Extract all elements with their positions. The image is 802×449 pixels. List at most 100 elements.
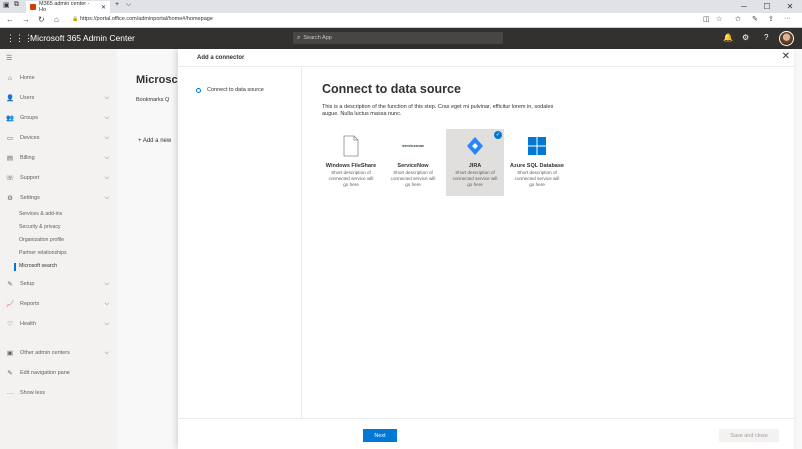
nav-label: Users: [20, 95, 35, 101]
next-button[interactable]: Next: [363, 429, 397, 442]
close-icon[interactable]: ✕: [782, 51, 790, 62]
window-close-button[interactable]: ✕: [779, 0, 801, 13]
tile-description: Short description of connected service w…: [390, 170, 436, 187]
forward-icon[interactable]: →: [22, 15, 30, 24]
left-nav: ☰ ⌂ Home 👤 Users ⌵ 👥 Groups ⌵ ▭ Devices …: [0, 49, 117, 449]
maximize-button[interactable]: ☐: [756, 0, 778, 13]
chevron-down-icon: ⌵: [104, 300, 109, 307]
url-field[interactable]: https://portal.office.com/adminportal/ho…: [80, 16, 213, 22]
add-new-link[interactable]: + Add a new: [138, 138, 171, 144]
sub-item-services[interactable]: Services & add-ins: [19, 211, 62, 217]
home-icon[interactable]: ⌂: [54, 15, 59, 24]
nav-item-health[interactable]: ♡ Health ⌵: [0, 318, 117, 330]
connector-tile-azure-sql[interactable]: Azure SQL Database Short description of …: [508, 129, 566, 196]
nav-item-billing[interactable]: ▤ Billing ⌵: [0, 152, 117, 164]
nav-item-settings[interactable]: ⚙ Settings ⌵: [0, 192, 117, 204]
save-and-close-button[interactable]: Save and close: [719, 429, 779, 442]
nav-item-support[interactable]: ☏ Support ⌵: [0, 172, 117, 184]
favorites-icon[interactable]: ✩: [735, 15, 741, 23]
more-icon[interactable]: ···: [784, 15, 791, 22]
settings-icon: ⚙: [7, 195, 13, 202]
step-connect-data-source[interactable]: Connect to data source: [207, 87, 264, 93]
nav-item-users[interactable]: 👤 Users ⌵: [0, 92, 117, 104]
servicenow-logo: servicenow: [402, 143, 424, 148]
add-connector-panel: Add a connector ✕ Connect to data source…: [178, 49, 794, 449]
tab-title: M365 admin center - Ho: [39, 1, 90, 13]
tab-actions-icon[interactable]: ▣: [3, 1, 10, 9]
tab-close-icon[interactable]: ✕: [101, 4, 106, 11]
chevron-up-icon: ⌵: [104, 194, 109, 201]
step-indicator-icon: [196, 88, 201, 93]
reading-view-icon[interactable]: ◫: [703, 15, 710, 23]
search-input[interactable]: [303, 35, 484, 41]
tab-preview-icon[interactable]: ⧉: [14, 1, 19, 9]
nav-label: Groups: [20, 115, 39, 121]
nav-label: Reports: [20, 301, 40, 307]
content-description: This is a description of the function of…: [322, 104, 554, 117]
nav-item-home[interactable]: ⌂ Home: [0, 72, 117, 84]
chevron-down-icon: ⌵: [104, 154, 109, 161]
connector-tile-servicenow[interactable]: servicenow ServiceNow Short description …: [384, 129, 442, 196]
chevron-down-icon: ⌵: [104, 320, 109, 327]
windows-logo-icon: [528, 137, 546, 155]
browser-tab[interactable]: M365 admin center - Ho ✕: [26, 1, 110, 13]
page-tabs[interactable]: Bookmarks Q: [136, 97, 169, 103]
chevron-down-icon: ⌵: [104, 94, 109, 101]
hamburger-icon[interactable]: ☰: [6, 54, 12, 62]
nav-item-groups[interactable]: 👥 Groups ⌵: [0, 112, 117, 124]
groups-icon: 👥: [5, 115, 15, 122]
tile-name: ServiceNow: [397, 163, 429, 169]
active-indicator: [14, 263, 16, 271]
edit-icon: ✎: [7, 370, 13, 377]
new-tab-button[interactable]: +: [115, 1, 119, 8]
search-box[interactable]: ⌕: [293, 32, 503, 44]
sub-item-org-profile[interactable]: Organization profile: [19, 237, 64, 243]
tile-name: Azure SQL Database: [509, 163, 564, 169]
connector-tile-jira[interactable]: ✓ JIRA Short description of connected se…: [446, 129, 504, 196]
address-bar: ← → ↻ ⌂ 🔒 https://portal.office.com/admi…: [0, 13, 802, 28]
nav-item-devices[interactable]: ▭ Devices ⌵: [0, 132, 117, 144]
connector-tile-windows-fileshare[interactable]: Windows FileShare Short description of c…: [322, 129, 380, 196]
sub-item-microsoft-search[interactable]: Microsoft search: [19, 263, 57, 269]
jira-icon: [467, 137, 483, 155]
panel-header: Add a connector ✕: [178, 49, 794, 67]
lock-icon: 🔒: [72, 16, 79, 22]
app-launcher-icon[interactable]: ⋮⋮⋮: [6, 33, 33, 44]
ellipsis-icon: ···: [6, 389, 14, 397]
refresh-icon[interactable]: ↻: [38, 15, 45, 24]
setup-icon: ✎: [7, 281, 13, 288]
bell-icon[interactable]: 🔔: [723, 33, 733, 42]
minimize-button[interactable]: ─: [733, 0, 755, 13]
app-header: ⋮⋮⋮ Microsoft 365 Admin Center ⌕ 🔔 ⚙ ?: [0, 28, 802, 49]
add-new-label: Add a new: [142, 138, 172, 144]
nav-item-edit-navigation[interactable]: ✎ Edit navigation pane: [0, 367, 117, 379]
help-icon[interactable]: ?: [764, 33, 768, 42]
health-icon: ♡: [7, 321, 13, 328]
nav-label: Support: [20, 175, 40, 181]
share-icon[interactable]: ⇪: [768, 15, 774, 23]
nav-item-show-less[interactable]: ··· Show less: [0, 387, 117, 399]
tile-description: Short description of connected service w…: [328, 170, 374, 187]
page-title: Microsc: [136, 74, 178, 86]
avatar[interactable]: [779, 31, 794, 46]
support-icon: ☏: [5, 175, 15, 182]
gear-icon[interactable]: ⚙: [742, 33, 749, 42]
admin-centers-icon: ▣: [6, 350, 14, 357]
chevron-down-icon: ⌵: [104, 349, 109, 356]
nav-label: Settings: [20, 195, 40, 201]
tab-menu-icon[interactable]: ⌵: [126, 1, 131, 9]
pen-icon[interactable]: ✎: [752, 15, 758, 23]
sub-item-security[interactable]: Security & privacy: [19, 224, 61, 230]
panel-footer: Next Save and close: [178, 418, 794, 449]
reports-icon: 📈: [5, 301, 15, 308]
nav-label: Billing: [20, 155, 35, 161]
nav-item-other-admin-centers[interactable]: ▣ Other admin centers ⌵: [0, 347, 117, 359]
back-icon[interactable]: ←: [6, 15, 14, 24]
favorite-star-icon[interactable]: ☆: [716, 15, 722, 23]
app-title[interactable]: Microsoft 365 Admin Center: [30, 33, 135, 43]
nav-item-reports[interactable]: 📈 Reports ⌵: [0, 298, 117, 310]
chevron-down-icon: ⌵: [104, 174, 109, 181]
devices-icon: ▭: [6, 135, 14, 142]
nav-item-setup[interactable]: ✎ Setup ⌵: [0, 278, 117, 290]
sub-item-partner[interactable]: Partner relationships: [19, 250, 67, 256]
